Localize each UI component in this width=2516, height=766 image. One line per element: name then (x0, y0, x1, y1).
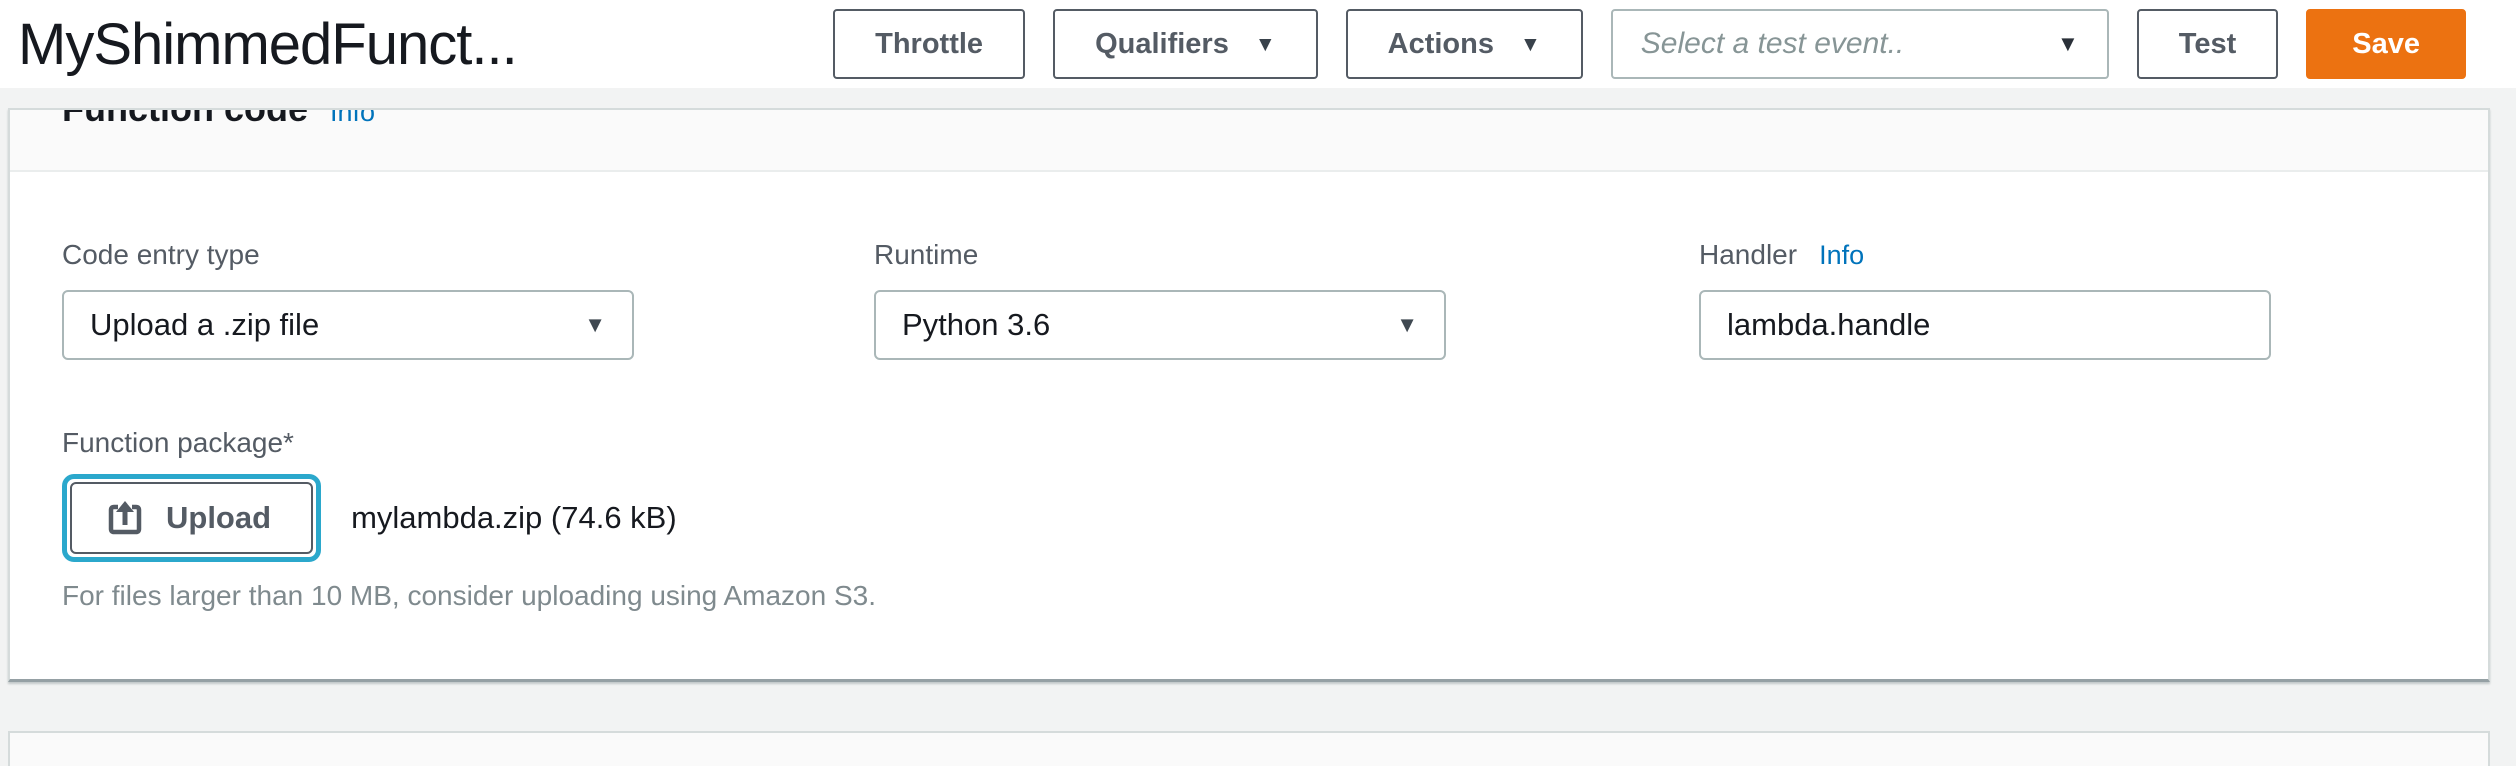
qualifiers-label: Qualifiers (1095, 28, 1229, 61)
function-code-heading: Function code Info (62, 108, 375, 129)
upload-button[interactable]: Upload (70, 482, 313, 554)
upload-row: Upload mylambda.zip (74.6 kB) (62, 474, 876, 562)
function-package-label: Function package* (62, 428, 876, 458)
function-code-heading-text: Function code (62, 108, 308, 129)
runtime-label: Runtime (874, 240, 1446, 270)
test-button[interactable]: Test (2137, 9, 2278, 79)
lambda-console-screen: MyShimmedFunct... Throttle Qualifiers ▼ … (0, 0, 2516, 766)
uploaded-file-info: mylambda.zip (74.6 kB) (351, 500, 677, 536)
topbar-actions: Throttle Qualifiers ▼ Actions ▼ Select a… (833, 9, 2466, 79)
actions-label: Actions (1388, 28, 1494, 61)
handler-input[interactable] (1699, 290, 2271, 360)
actions-dropdown-button[interactable]: Actions ▼ (1346, 9, 1583, 79)
handler-field: Handler Info (1699, 240, 2271, 360)
function-action-bar: MyShimmedFunct... Throttle Qualifiers ▼ … (0, 0, 2516, 88)
test-event-placeholder: Select a test event.. (1641, 27, 1904, 61)
function-code-info-link[interactable]: Info (330, 108, 375, 127)
function-code-panel-header: Function code Info (10, 110, 2488, 172)
handler-label-text: Handler (1699, 239, 1797, 270)
caret-down-icon: ▼ (584, 314, 606, 336)
save-button[interactable]: Save (2306, 9, 2466, 79)
upload-button-focus-ring: Upload (62, 474, 321, 562)
caret-down-icon: ▼ (1396, 314, 1418, 336)
next-panel-top-edge (8, 731, 2490, 766)
test-event-select[interactable]: Select a test event.. ▼ (1611, 9, 2109, 79)
qualifiers-dropdown-button[interactable]: Qualifiers ▼ (1053, 9, 1318, 79)
upload-button-label: Upload (166, 500, 271, 536)
code-entry-type-select[interactable]: Upload a .zip file ▼ (62, 290, 634, 360)
caret-down-icon: ▼ (2057, 33, 2079, 55)
function-package-block: Function package* Upload mylambda.zip (62, 428, 876, 612)
caret-down-icon: ▼ (1520, 34, 1541, 55)
function-code-panel: Function code Info Code entry type Upload… (8, 108, 2490, 682)
runtime-field: Runtime Python 3.6 ▼ (874, 240, 1446, 360)
runtime-select[interactable]: Python 3.6 ▼ (874, 290, 1446, 360)
function-name-title: MyShimmedFunct... (18, 11, 517, 78)
caret-down-icon: ▼ (1255, 34, 1276, 55)
upload-helper-text: For files larger than 10 MB, consider up… (62, 580, 876, 612)
upload-icon (106, 499, 144, 537)
throttle-button[interactable]: Throttle (833, 9, 1025, 79)
code-entry-type-field: Code entry type Upload a .zip file ▼ (62, 240, 634, 360)
handler-info-link[interactable]: Info (1819, 240, 1864, 270)
code-entry-type-value: Upload a .zip file (90, 307, 319, 343)
function-code-panel-body: Code entry type Upload a .zip file ▼ Run… (10, 172, 2488, 680)
code-entry-type-label: Code entry type (62, 240, 634, 270)
runtime-value: Python 3.6 (902, 307, 1050, 343)
handler-label: Handler Info (1699, 240, 2271, 270)
